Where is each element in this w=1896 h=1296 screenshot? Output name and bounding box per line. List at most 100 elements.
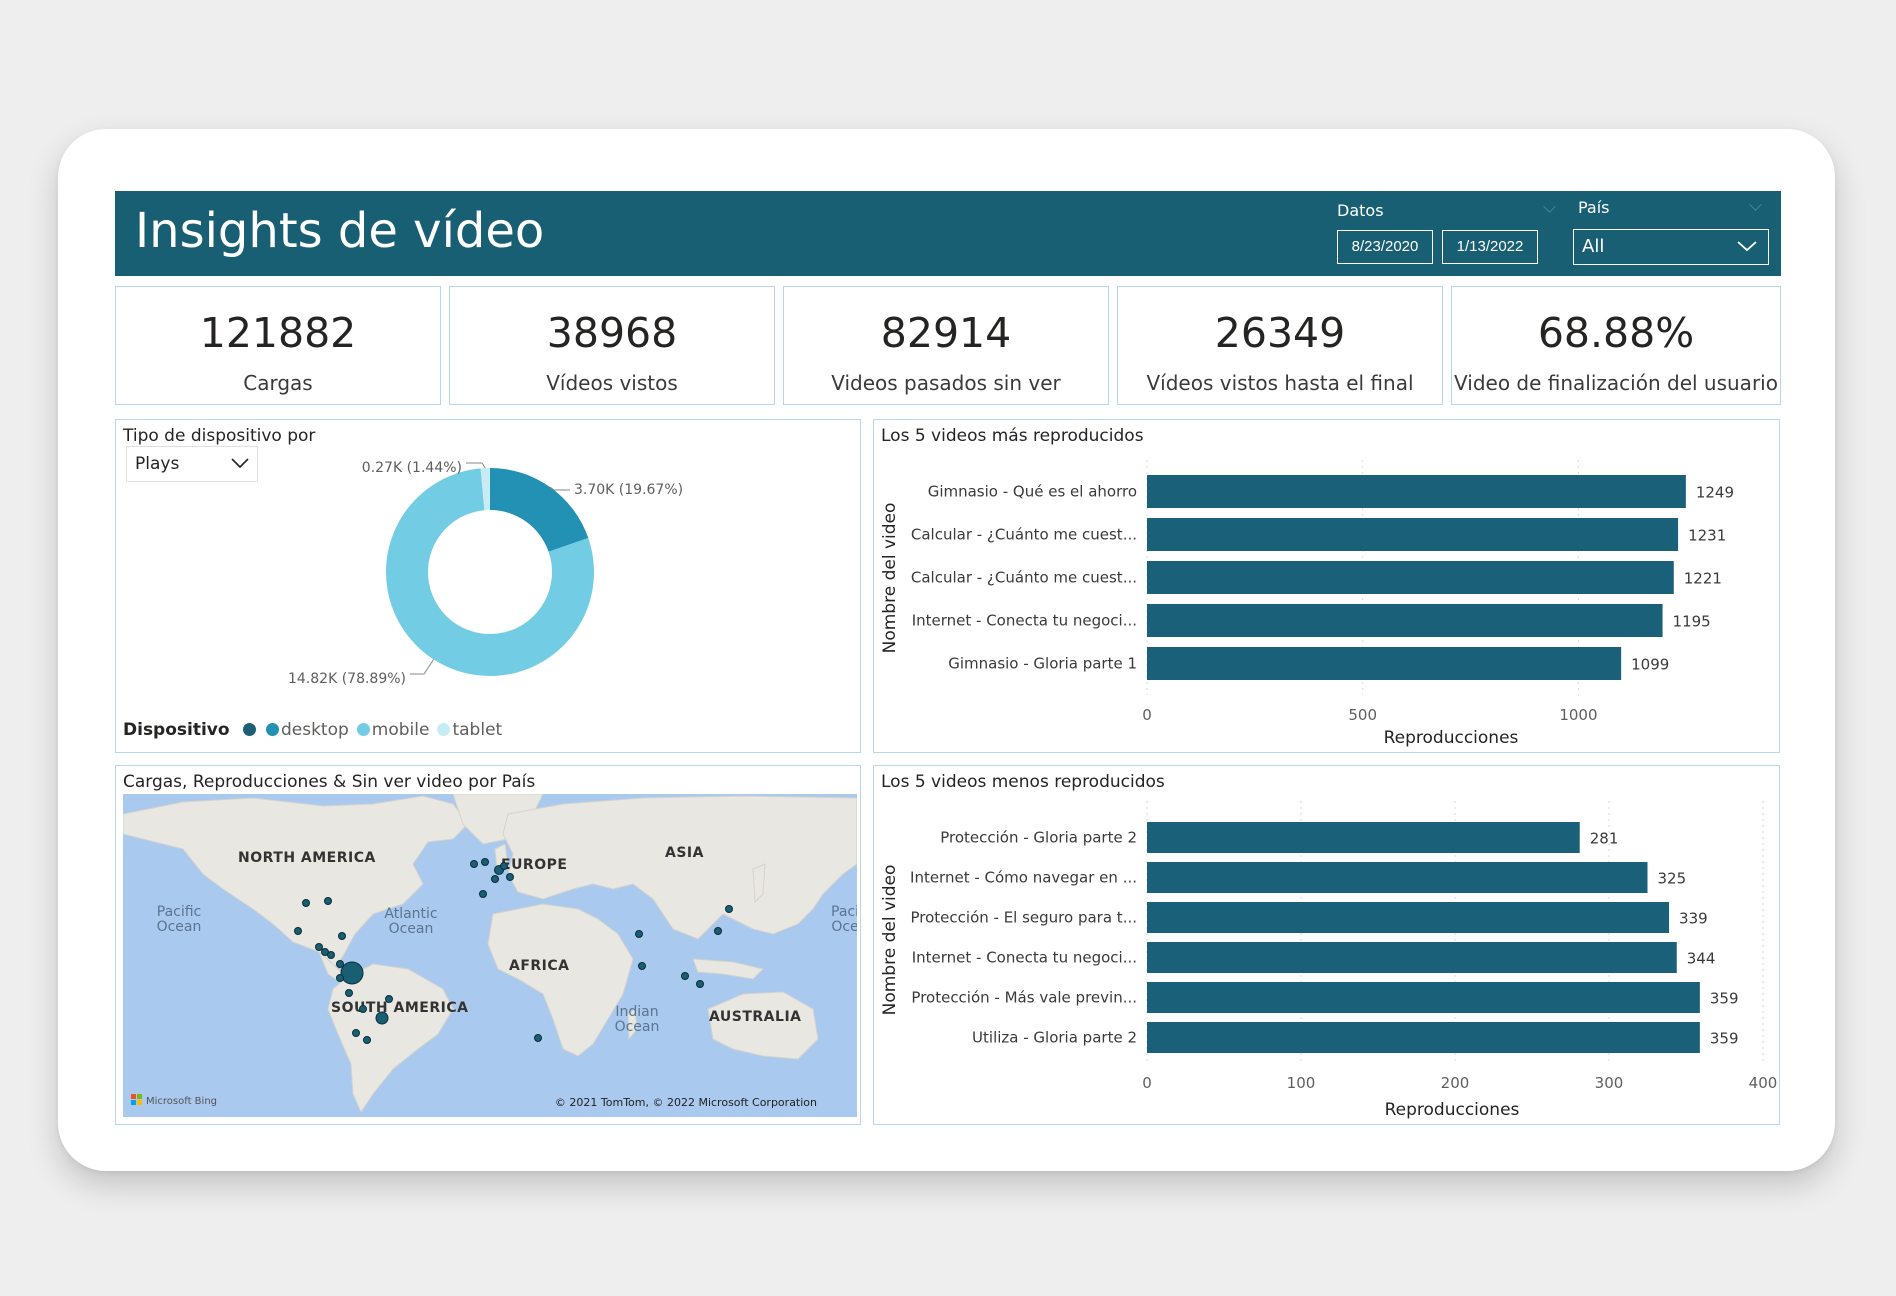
- x-tick-label: 0: [1142, 706, 1152, 724]
- map-point[interactable]: [491, 875, 499, 883]
- bar[interactable]: [1147, 604, 1663, 637]
- map-label-asia: ASIA: [665, 845, 704, 861]
- data-label: 1231: [1688, 527, 1726, 545]
- donut-data-label: 14.82K (78.89%): [288, 671, 406, 687]
- legend-dot-icon: [356, 723, 370, 736]
- map-point-large[interactable]: [340, 961, 364, 985]
- leader-line: [410, 659, 434, 675]
- panel-title: Cargas, Reproducciones & Sin ver video p…: [123, 772, 536, 792]
- legend-item-label[interactable]: mobile: [372, 720, 430, 740]
- category-label: Protección - El seguro para t...: [911, 909, 1138, 927]
- map-point-medium[interactable]: [375, 1011, 389, 1025]
- map-label-atlantic-2: Ocean: [389, 921, 434, 937]
- map-point[interactable]: [324, 897, 332, 905]
- report-title: Insights de vídeo: [135, 203, 545, 259]
- kpi-label: Videos pasados sin ver: [831, 371, 1061, 395]
- map-point[interactable]: [327, 951, 335, 959]
- category-label: Protección - Más vale previn...: [911, 989, 1137, 1007]
- x-tick-label: 0: [1142, 1074, 1152, 1092]
- bar[interactable]: [1147, 942, 1677, 973]
- map-point[interactable]: [359, 1005, 367, 1013]
- donut-chart: 3.70K (19.67%) 14.82K (78.89%) 0.27K (1.44…: [288, 460, 683, 687]
- map-point[interactable]: [338, 932, 346, 940]
- data-label: 281: [1590, 830, 1619, 848]
- map-point[interactable]: [363, 1036, 371, 1044]
- map-point[interactable]: [352, 1029, 360, 1037]
- x-tick-label: 500: [1348, 706, 1377, 724]
- map-point[interactable]: [534, 1034, 542, 1042]
- data-label: 344: [1687, 950, 1716, 968]
- country-dropdown[interactable]: All: [1573, 229, 1769, 265]
- map-point[interactable]: [336, 974, 344, 982]
- map-point[interactable]: [302, 899, 310, 907]
- data-label: 1195: [1673, 613, 1711, 631]
- data-label: 325: [1658, 870, 1687, 888]
- top-videos-bar-chart: 0 500 1000 Gimnasio - Qué es el ahorro 1249 C…: [880, 460, 1734, 748]
- kpi-label: Cargas: [243, 371, 313, 395]
- category-label: Protección - Gloria parte 2: [940, 829, 1137, 847]
- map-label-pacific-right-2: Oce: [831, 919, 857, 935]
- map-point[interactable]: [470, 860, 478, 868]
- bar[interactable]: [1147, 982, 1700, 1013]
- map-panel: Cargas, Reproducciones & Sin ver video p…: [115, 765, 861, 1125]
- map-label-north-america: NORTH AMERICA: [238, 850, 376, 866]
- map-label-atlantic-1: Atlantic: [384, 906, 437, 922]
- data-label: 1099: [1631, 656, 1669, 674]
- device-donut-panel: Tipo de dispositivo por Plays 3.70K (19.…: [115, 419, 861, 753]
- x-tick-label: 200: [1441, 1074, 1470, 1092]
- bar[interactable]: [1147, 902, 1670, 933]
- date-slicer-label: Datos: [1337, 201, 1384, 220]
- kpi-label: Vídeos vistos: [546, 371, 678, 395]
- category-label: Calcular - ¿Cuánto me cuest...: [911, 569, 1137, 587]
- bar[interactable]: [1147, 518, 1679, 551]
- kpi-card-videos-vistos: 38968 Vídeos vistos: [449, 286, 775, 405]
- country-dropdown-value: All: [1582, 236, 1605, 257]
- map-point[interactable]: [385, 995, 393, 1003]
- legend-item-label[interactable]: desktop: [281, 720, 349, 740]
- world-map[interactable]: NORTH AMERICA EUROPE ASIA AFRICA SOUTH A…: [123, 794, 857, 1117]
- country-slicer-chevron-icon[interactable]: [1749, 198, 1762, 211]
- bar[interactable]: [1147, 1022, 1700, 1053]
- leader-line: [466, 462, 486, 469]
- legend-item-label[interactable]: tablet: [452, 720, 502, 740]
- bar[interactable]: [1147, 862, 1648, 893]
- map-point[interactable]: [714, 927, 722, 935]
- date-start-input[interactable]: 8/23/2020: [1337, 230, 1433, 264]
- world-map-svg: NORTH AMERICA EUROPE ASIA AFRICA SOUTH A…: [123, 794, 857, 1114]
- map-point[interactable]: [500, 862, 508, 870]
- map-point[interactable]: [479, 890, 487, 898]
- date-slicer-chevron-icon[interactable]: [1543, 200, 1556, 213]
- legend-title: Dispositivo: [123, 720, 230, 740]
- map-point[interactable]: [696, 980, 704, 988]
- map-point[interactable]: [345, 989, 353, 997]
- legend-dot-icon: [265, 723, 279, 736]
- map-point[interactable]: [294, 927, 302, 935]
- bar[interactable]: [1147, 475, 1686, 508]
- map-point[interactable]: [725, 905, 733, 913]
- bar[interactable]: [1147, 822, 1580, 853]
- bar[interactable]: [1147, 647, 1622, 680]
- map-point[interactable]: [635, 930, 643, 938]
- x-tick-label: 400: [1749, 1074, 1778, 1092]
- data-label: 359: [1710, 1030, 1739, 1048]
- data-label: 359: [1710, 990, 1739, 1008]
- map-point[interactable]: [681, 972, 689, 980]
- date-end-input[interactable]: 1/13/2022: [1442, 230, 1538, 264]
- map-point[interactable]: [336, 960, 344, 968]
- donut-slice[interactable]: [490, 468, 589, 552]
- data-label: 339: [1679, 910, 1708, 928]
- category-label: Utiliza - Gloria parte 2: [972, 1029, 1137, 1047]
- y-axis-title: Nombre del video: [880, 503, 900, 654]
- leader-line: [550, 486, 570, 491]
- kpi-card-pasados-sin-ver: 82914 Videos pasados sin ver: [783, 286, 1109, 405]
- map-point[interactable]: [481, 858, 489, 866]
- bar[interactable]: [1147, 561, 1674, 594]
- kpi-card-finalizacion: 68.88% Video de finalización del usuario: [1451, 286, 1781, 405]
- map-point[interactable]: [315, 943, 323, 951]
- map-point[interactable]: [506, 873, 514, 881]
- donut-data-label: 0.27K (1.44%): [362, 460, 462, 476]
- y-axis-title: Nombre del video: [880, 865, 900, 1016]
- map-label-indian-1: Indian: [615, 1004, 658, 1020]
- map-point[interactable]: [638, 962, 646, 970]
- kpi-label: Video de finalización del usuario: [1454, 371, 1778, 395]
